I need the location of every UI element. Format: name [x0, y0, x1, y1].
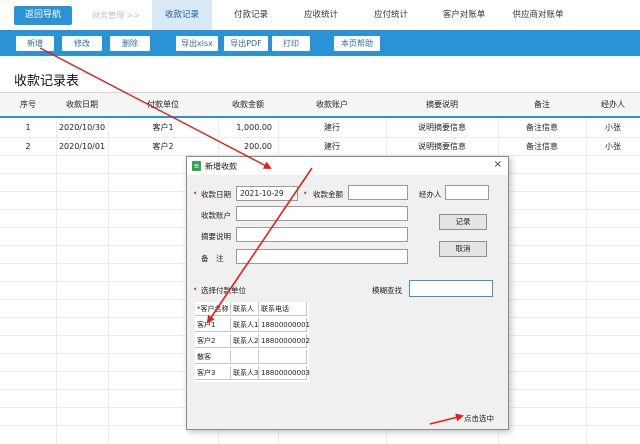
- export-pdf-button[interactable]: 导出PDF: [224, 36, 268, 51]
- grid-cell-contact[interactable]: 联系人2: [231, 334, 259, 348]
- column-header[interactable]: 序号: [0, 93, 56, 117]
- tab-payable-stats[interactable]: 应付统计: [362, 0, 420, 30]
- grid-header[interactable]: *客户名称: [195, 302, 231, 316]
- column-header[interactable]: 备注: [498, 93, 586, 117]
- fuzzy-search-label: 模糊查找: [372, 286, 402, 295]
- remark-label: 备 注: [201, 254, 224, 263]
- export-xlsx-button[interactable]: 导出xlsx: [176, 36, 218, 51]
- summary-input[interactable]: [236, 227, 408, 242]
- required-marker-icon: •: [193, 285, 198, 294]
- column-header[interactable]: 付款单位: [108, 93, 218, 117]
- dialog-title-bar[interactable]: ≡ 新增收款 ×: [187, 157, 508, 175]
- print-button[interactable]: 打印: [272, 36, 310, 51]
- summary-label: 摘要说明: [201, 232, 231, 241]
- cell-payer: 客户2: [152, 142, 174, 151]
- grid-cell-phone[interactable]: 18800000003: [259, 366, 310, 380]
- cancel-button[interactable]: 取消: [439, 241, 487, 257]
- grid-cell-contact[interactable]: [231, 350, 259, 364]
- table-header: 序号 收款日期 付款单位 收款金额 收款账户 摘要说明 备注 经办人: [0, 92, 640, 118]
- tab-receipt-records[interactable]: 收款记录: [152, 0, 212, 30]
- select-payer-label: 选择付款单位: [201, 286, 246, 295]
- cell-remark: 备注信息: [526, 142, 558, 151]
- customer-grid: *客户名称 联系人 联系电话 客户1 联系人1 18800000001 客户2 …: [195, 302, 310, 382]
- column-header[interactable]: 收款日期: [56, 93, 108, 117]
- breadcrumb: 财务管理 >>: [92, 11, 140, 20]
- tab-supplier-statement[interactable]: 供应商对账单: [502, 0, 574, 30]
- cell-index: 2: [25, 142, 31, 151]
- cell-amount: 200.00: [244, 142, 272, 151]
- grid-header[interactable]: 联系电话: [259, 302, 307, 316]
- column-header[interactable]: 经办人: [586, 93, 640, 117]
- cell-handler: 小张: [605, 123, 621, 132]
- grid-cell-name[interactable]: 散客: [195, 350, 231, 364]
- app-icon: ≡: [192, 161, 201, 171]
- handler-input[interactable]: [445, 185, 489, 200]
- remark-input[interactable]: [236, 249, 408, 264]
- delete-button[interactable]: 删除: [110, 36, 150, 51]
- add-button[interactable]: 新增: [16, 36, 54, 51]
- account-input[interactable]: [236, 206, 408, 221]
- page-title: 收款记录表: [14, 74, 80, 89]
- cell-remark: 备注信息: [526, 123, 558, 132]
- column-header[interactable]: 收款金额: [218, 93, 278, 117]
- amount-input[interactable]: [348, 185, 408, 200]
- date-input[interactable]: 2021-10-29: [236, 186, 298, 201]
- edit-button[interactable]: 修改: [62, 36, 102, 51]
- amount-label: 收款金额: [313, 190, 343, 199]
- cell-date: 2020/10/01: [58, 142, 106, 151]
- cell-amount: 1,000.00: [236, 123, 272, 132]
- toolbar: 新增 修改 删除 导出xlsx 导出PDF 打印 本页帮助: [0, 30, 640, 56]
- grid-header[interactable]: 联系人: [231, 302, 259, 316]
- cell-index: 1: [25, 123, 31, 132]
- grid-cell-phone[interactable]: 18800000001: [259, 318, 310, 332]
- cell-account: 建行: [324, 142, 340, 151]
- column-header[interactable]: 收款账户: [278, 93, 386, 117]
- close-icon[interactable]: ×: [494, 159, 502, 170]
- required-marker-icon: •: [193, 189, 198, 198]
- grid-cell-name[interactable]: 客户3: [195, 366, 231, 380]
- cell-account: 建行: [324, 123, 340, 132]
- status-hint: 点击选中: [464, 414, 494, 423]
- table-row[interactable]: 1 2020/10/30 客户1 1,000.00 建行 说明摘要信息 备注信息…: [0, 119, 640, 137]
- required-marker-icon: •: [303, 189, 308, 198]
- top-navigation: 返回导航 财务管理 >> 收款记录 付款记录 应收统计 应付统计 客户对账单 供…: [0, 0, 640, 32]
- grid-cell-contact[interactable]: 联系人1: [231, 318, 259, 332]
- cell-date: 2020/10/30: [58, 123, 106, 132]
- cell-summary: 说明摘要信息: [418, 123, 466, 132]
- cell-payer: 客户1: [152, 123, 174, 132]
- tab-receivable-stats[interactable]: 应收统计: [292, 0, 350, 30]
- handler-label: 经办人: [419, 190, 442, 199]
- record-button[interactable]: 记录: [439, 214, 487, 230]
- dialog-title: 新增收款: [205, 162, 237, 171]
- cell-summary: 说明摘要信息: [418, 142, 466, 151]
- grid-cell-name[interactable]: 客户2: [195, 334, 231, 348]
- tab-customer-statement[interactable]: 客户对账单: [432, 0, 496, 30]
- grid-cell-name[interactable]: 客户1: [195, 318, 231, 332]
- fuzzy-search-input[interactable]: [409, 280, 493, 297]
- column-header[interactable]: 摘要说明: [386, 93, 498, 117]
- tab-payment-records[interactable]: 付款记录: [222, 0, 280, 30]
- date-label: 收款日期: [201, 190, 231, 199]
- table-row[interactable]: 2 2020/10/01 客户2 200.00 建行 说明摘要信息 备注信息 小…: [0, 138, 640, 156]
- help-button[interactable]: 本页帮助: [334, 36, 380, 51]
- grid-cell-phone[interactable]: [259, 350, 307, 364]
- grid-cell-phone[interactable]: 18800000002: [259, 334, 310, 348]
- cell-handler: 小张: [605, 142, 621, 151]
- grid-cell-contact[interactable]: 联系人3: [231, 366, 259, 380]
- account-label: 收款账户: [201, 211, 231, 220]
- back-to-nav-button[interactable]: 返回导航: [14, 6, 72, 25]
